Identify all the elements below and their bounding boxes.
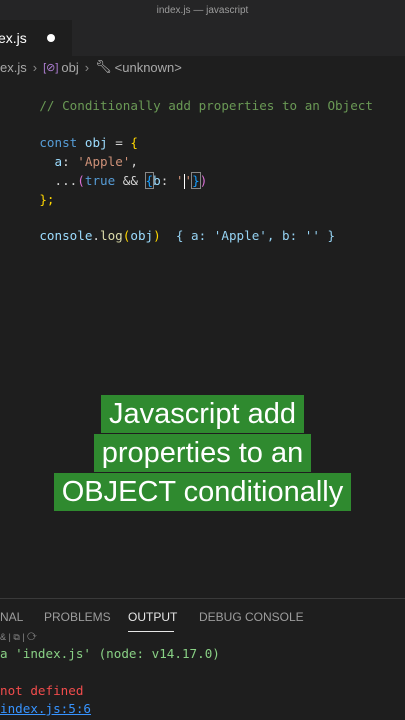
output-line-2: not defined — [0, 683, 84, 698]
output-line-1: a 'index.js' (node: v14.17.0) — [0, 646, 220, 661]
chevron-right-icon: › — [32, 59, 38, 75]
breadcrumb-symbol[interactable]: <unknown> — [115, 60, 182, 75]
caption-line-2: properties to an — [93, 434, 312, 472]
active-tab-indicator — [128, 631, 174, 632]
output-link[interactable]: index.js:5:6 — [0, 701, 91, 716]
editor-tab-bar: ex.js — [0, 20, 405, 56]
caption-line-1: Javascript add — [101, 395, 304, 433]
tab-index-js[interactable]: ex.js — [0, 20, 72, 56]
tab-output[interactable]: OUTPUT — [128, 610, 177, 624]
unsaved-dot-icon[interactable] — [47, 34, 55, 42]
tab-terminal[interactable]: NAL — [0, 610, 23, 624]
video-caption: Javascript add properties to an OBJECT c… — [0, 395, 405, 512]
window-title: index.js — javascript — [156, 4, 249, 16]
breadcrumb-object[interactable]: obj — [61, 60, 78, 75]
inline-eval-result: { a: 'Apple', b: '' } — [175, 227, 336, 243]
wrench-icon: 🔧︎ — [95, 59, 112, 74]
panel-toolbar-icons[interactable]: & | ⧉ | ⟳ — [0, 632, 37, 643]
breadcrumb-file[interactable]: ex.js — [0, 60, 27, 75]
chevron-right-icon: › — [84, 59, 90, 75]
window-titlebar: index.js — javascript — [0, 0, 405, 20]
object-icon: [⊘] — [43, 61, 59, 74]
code-line-console: console.log(obj) { a: 'Apple', b: '' } — [39, 227, 336, 243]
tab-label: ex.js — [0, 30, 27, 46]
tab-problems[interactable]: PROBLEMS — [44, 610, 111, 624]
caption-line-3: OBJECT conditionally — [53, 473, 352, 511]
panel-tabs: NAL PROBLEMS OUTPUT DEBUG CONSOLE — [0, 599, 405, 635]
tab-debug-console[interactable]: DEBUG CONSOLE — [199, 610, 304, 624]
bottom-panel: NAL PROBLEMS OUTPUT DEBUG CONSOLE & | ⧉ … — [0, 598, 405, 720]
breadcrumb: ex.js › [⊘] obj › 🔧︎ <unknown> — [0, 58, 182, 76]
